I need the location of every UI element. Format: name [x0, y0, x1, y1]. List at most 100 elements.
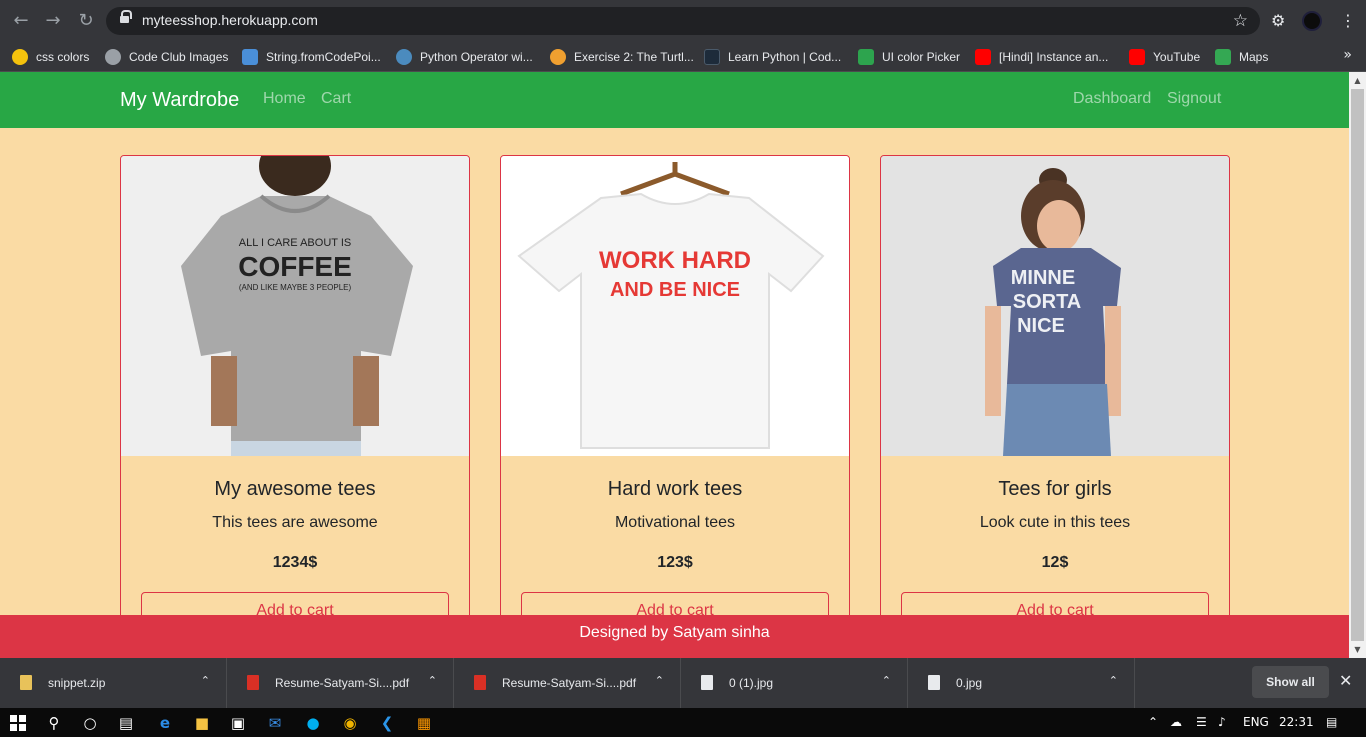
- chevron-up-icon[interactable]: ⌃: [882, 674, 891, 687]
- bookmark-item[interactable]: Exercise 2: The Turtl...: [550, 42, 694, 72]
- pdf-file-icon: [247, 675, 259, 690]
- nav-link-cart[interactable]: Cart: [321, 90, 351, 108]
- product-title: My awesome tees: [214, 478, 376, 500]
- onedrive-icon[interactable]: ☁: [1170, 715, 1182, 729]
- product-title: Tees for girls: [998, 478, 1112, 500]
- windows-start-icon[interactable]: [10, 715, 26, 731]
- bookmark-item[interactable]: [Hindi] Instance an...: [975, 42, 1108, 72]
- taskbar: ⚲ ○ ▤ e ■ ▣ ✉ ● ◉ ❮ ▦ ⌃ ☁ ☰ ♪ ENG 22:31 …: [0, 708, 1366, 737]
- product-image: WORK HARD AND BE NICE: [501, 156, 849, 456]
- product-card: WORK HARD AND BE NICE Hard work tees Mot…: [500, 155, 850, 635]
- shirt-print-line: MINNE: [1011, 267, 1075, 289]
- product-card: ALL I CARE ABOUT IS COFFEE (AND LIKE MAY…: [120, 155, 470, 635]
- download-filename: Resume-Satyam-Si....pdf: [275, 676, 410, 690]
- product-image: MINNE SORTA NICE: [881, 156, 1229, 456]
- task-view-icon[interactable]: ▤: [116, 713, 136, 733]
- bookmark-item[interactable]: Learn Python | Cod...: [704, 42, 841, 72]
- download-item[interactable]: snippet.zip ⌃: [0, 658, 227, 708]
- bookmark-favicon-icon: [396, 49, 412, 65]
- youtube-icon: [975, 49, 991, 65]
- shirt-print-line: COFFEE: [238, 251, 352, 282]
- page-scrollbar[interactable]: ▲ ▼: [1349, 72, 1366, 658]
- scroll-up-icon[interactable]: ▲: [1349, 72, 1366, 89]
- more-bookmarks-icon[interactable]: »: [1343, 47, 1352, 63]
- product-description: Motivational tees: [614, 514, 736, 531]
- bookmark-favicon-icon: [704, 49, 720, 65]
- pdf-file-icon: [474, 675, 486, 690]
- bookmark-item[interactable]: css colors: [12, 42, 89, 72]
- bookmark-favicon-icon: [550, 49, 566, 65]
- mail-icon[interactable]: ✉: [265, 713, 285, 733]
- chevron-up-icon[interactable]: ⌃: [1109, 674, 1118, 687]
- forward-icon[interactable]: →: [43, 11, 63, 31]
- download-filename: 0 (1).jpg: [729, 676, 774, 690]
- profile-avatar[interactable]: [1302, 11, 1322, 31]
- shirt-print-line: SORTA: [1013, 291, 1082, 313]
- close-icon[interactable]: ✕: [1339, 671, 1352, 690]
- chevron-up-icon[interactable]: ⌃: [655, 674, 664, 687]
- nav-link-dashboard[interactable]: Dashboard: [1073, 90, 1151, 108]
- file-explorer-icon[interactable]: ■: [192, 713, 212, 733]
- cortana-icon[interactable]: ○: [80, 713, 100, 733]
- youtube-icon: [1129, 49, 1145, 65]
- bookmark-favicon-icon: [242, 49, 258, 65]
- bookmark-item[interactable]: UI color Picker: [858, 42, 960, 72]
- language-indicator[interactable]: ENG: [1243, 715, 1269, 729]
- nav-link-signout[interactable]: Signout: [1167, 90, 1221, 108]
- shirt-print-line: NICE: [1017, 315, 1065, 337]
- sublime-text-icon[interactable]: ▦: [414, 713, 434, 733]
- nav-link-home[interactable]: Home: [263, 90, 306, 108]
- chrome-icon[interactable]: ◉: [340, 713, 360, 733]
- bookmark-item[interactable]: Maps: [1215, 42, 1268, 72]
- bookmark-item[interactable]: Python Operator wi...: [396, 42, 533, 72]
- product-description: Look cute in this tees: [979, 514, 1131, 531]
- bookmark-item[interactable]: String.fromCodePoi...: [242, 42, 381, 72]
- chevron-up-icon[interactable]: ⌃: [428, 674, 437, 687]
- chevron-up-icon[interactable]: ⌃: [201, 674, 210, 687]
- extensions-icon[interactable]: ⚙: [1271, 11, 1285, 30]
- address-bar[interactable]: myteesshop.herokuapp.com ☆: [106, 7, 1260, 35]
- tray-chevron-icon[interactable]: ⌃: [1148, 715, 1158, 729]
- scroll-down-icon[interactable]: ▼: [1349, 641, 1366, 658]
- bookmark-star-icon[interactable]: ☆: [1233, 11, 1248, 31]
- notifications-icon[interactable]: ▤: [1326, 715, 1337, 729]
- zip-file-icon: [20, 675, 32, 690]
- show-all-button[interactable]: Show all: [1252, 666, 1329, 698]
- skype-icon[interactable]: ●: [303, 713, 323, 733]
- download-item[interactable]: 0 (1).jpg ⌃: [681, 658, 908, 708]
- bookmark-favicon-icon: [858, 49, 874, 65]
- lock-icon: [120, 10, 132, 26]
- maps-icon: [1215, 49, 1231, 65]
- shirt-print-line: ALL I CARE ABOUT IS: [239, 237, 352, 249]
- edge-icon[interactable]: e: [155, 713, 175, 733]
- scrollbar-thumb[interactable]: [1351, 89, 1364, 641]
- downloads-bar: snippet.zip ⌃ Resume-Satyam-Si....pdf ⌃ …: [0, 658, 1366, 708]
- clock[interactable]: 22:31: [1279, 715, 1314, 729]
- bookmark-item[interactable]: Code Club Images: [105, 42, 228, 72]
- shirt-print-line: (AND LIKE MAYBE 3 PEOPLE): [239, 283, 352, 292]
- download-item[interactable]: 0.jpg ⌃: [908, 658, 1135, 708]
- wifi-icon[interactable]: ☰: [1196, 715, 1207, 729]
- menu-icon[interactable]: ⋮: [1340, 11, 1356, 30]
- shirt-print-line: WORK HARD: [599, 247, 751, 274]
- product-image: ALL I CARE ABOUT IS COFFEE (AND LIKE MAY…: [121, 156, 469, 456]
- shirt-print-line: AND BE NICE: [610, 279, 740, 301]
- vscode-icon[interactable]: ❮: [377, 713, 397, 733]
- download-filename: 0.jpg: [956, 676, 983, 690]
- back-icon[interactable]: ←: [11, 11, 31, 31]
- product-description: This tees are awesome: [212, 514, 378, 531]
- product-title: Hard work tees: [607, 478, 743, 500]
- site-footer: Designed by Satyam sinha: [0, 615, 1349, 658]
- search-icon[interactable]: ⚲: [44, 713, 64, 733]
- image-file-icon: [701, 675, 713, 690]
- bookmark-favicon-icon: [105, 49, 121, 65]
- reload-icon[interactable]: ↻: [76, 11, 96, 31]
- bookmark-item[interactable]: YouTube: [1129, 42, 1200, 72]
- url-text[interactable]: myteesshop.herokuapp.com: [142, 12, 318, 28]
- download-item[interactable]: Resume-Satyam-Si....pdf ⌃: [454, 658, 681, 708]
- download-item[interactable]: Resume-Satyam-Si....pdf ⌃: [227, 658, 454, 708]
- brand-link[interactable]: My Wardrobe: [120, 89, 239, 112]
- volume-icon[interactable]: ♪: [1218, 715, 1226, 729]
- store-icon[interactable]: ▣: [228, 713, 248, 733]
- page-viewport: My Wardrobe Home Cart Dashboard Signout …: [0, 72, 1349, 658]
